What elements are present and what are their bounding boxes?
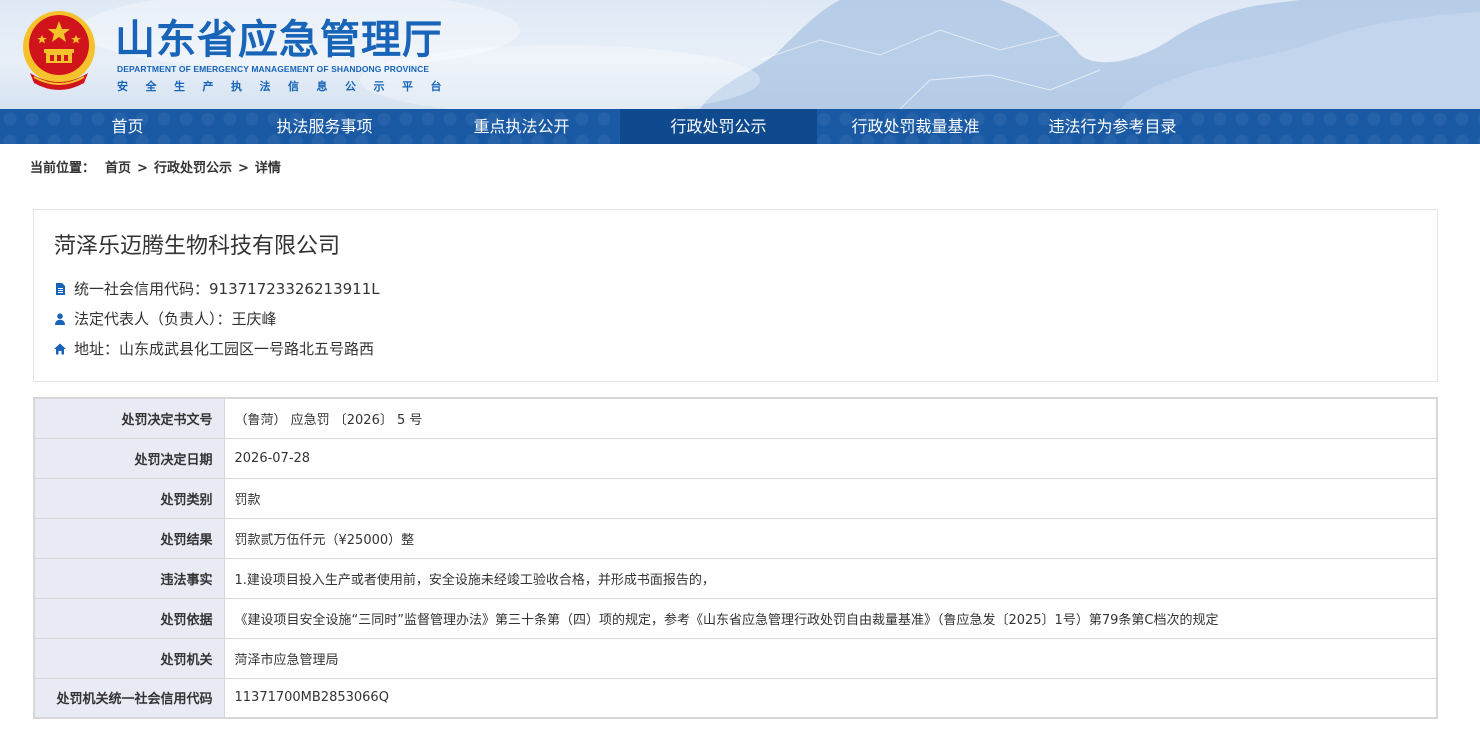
table-row: 处罚决定书文号 （鲁菏） 应急罚 〔2026〕 5 号 [34, 398, 1438, 439]
company-card: 菏泽乐迈腾生物科技有限公司 统一社会信用代码：91371723326213911… [33, 209, 1438, 382]
row-value: 11371700MB2853066Q [224, 678, 1438, 719]
row-label: 处罚机关 [34, 638, 225, 679]
national-emblem-icon [23, 11, 95, 90]
credit-code-text: 统一社会信用代码：91371723326213911L [74, 280, 380, 298]
row-value: 菏泽市应急管理局 [224, 638, 1438, 679]
address-text: 地址：山东成武县化工园区一号路北五号路西 [74, 340, 375, 358]
row-value: 2026-07-28 [224, 438, 1438, 479]
home-icon [54, 343, 66, 354]
row-label: 处罚依据 [34, 598, 225, 639]
row-value: 罚款 [224, 478, 1438, 519]
row-value: 1.建设项目投入生产或者使用前，安全设施未经竣工验收合格，并形成书面报告的， [224, 558, 1438, 599]
table-row: 处罚依据 《建设项目安全设施“三同时”监督管理办法》第三十条第（四）项的规定，参… [34, 598, 1438, 639]
row-label: 违法事实 [34, 558, 225, 599]
company-name: 菏泽乐迈腾生物科技有限公司 [54, 234, 341, 259]
breadcrumb-separator: > [137, 161, 148, 176]
legal-rep-line: 法定代表人（负责人）：王庆峰 [54, 308, 277, 329]
table-row: 处罚类别 罚款 [34, 478, 1438, 519]
address-line: 地址：山东成武县化工园区一号路北五号路西 [54, 338, 374, 359]
breadcrumb-separator: > [237, 161, 249, 176]
nav-item-penalty-disclosure[interactable]: 行政处罚公示 [620, 109, 817, 144]
table-row: 处罚机关统一社会信用代码 11371700MB2853066Q [34, 678, 1438, 719]
nav-item-key-enforcement[interactable]: 重点执法公开 [423, 109, 620, 144]
main-nav: 首页 执法服务事项 重点执法公开 行政处罚公示 行政处罚裁量基准 违法行为参考目… [0, 109, 1480, 144]
nav-item-enforcement-services[interactable]: 执法服务事项 [226, 109, 423, 144]
breadcrumb-link-home[interactable]: 首页 [105, 161, 131, 176]
credit-code-line: 统一社会信用代码：91371723326213911L [54, 278, 380, 299]
site-title: 山东省应急管理厅 [115, 17, 443, 63]
row-value: 《建设项目安全设施“三同时”监督管理办法》第三十条第（四）项的规定，参考《山东省… [224, 598, 1438, 639]
table-row: 处罚机关 菏泽市应急管理局 [34, 638, 1438, 679]
row-value: 罚款贰万伍仟元（¥25000）整 [224, 518, 1438, 559]
person-icon [55, 312, 65, 325]
nav-item-penalty-benchmark[interactable]: 行政处罚裁量基准 [817, 109, 1014, 144]
document-icon [56, 282, 65, 295]
table-row: 处罚决定日期 2026-07-28 [34, 438, 1438, 479]
site-title-english: DEPARTMENT OF EMERGENCY MANAGEMENT OF SH… [117, 64, 430, 74]
nav-item-home[interactable]: 首页 [29, 109, 226, 144]
table-row: 违法事实 1.建设项目投入生产或者使用前，安全设施未经竣工验收合格，并形成书面报… [34, 558, 1438, 599]
table-row: 处罚结果 罚款贰万伍仟元（¥25000）整 [34, 518, 1438, 559]
row-label: 处罚决定日期 [34, 438, 225, 479]
row-label: 处罚机关统一社会信用代码 [34, 678, 225, 719]
breadcrumb-current: 详情 [254, 161, 281, 176]
breadcrumb: 当前位置： 首页 > 行政处罚公示 > 详情 [30, 157, 281, 176]
row-label: 处罚类别 [34, 478, 225, 519]
row-label: 处罚决定书文号 [34, 398, 225, 439]
header-banner: 山东省应急管理厅 DEPARTMENT OF EMERGENCY MANAGEM… [0, 0, 1480, 109]
penalty-detail-table: 处罚决定书文号 （鲁菏） 应急罚 〔2026〕 5 号 处罚决定日期 2026-… [33, 397, 1438, 719]
legal-rep-text: 法定代表人（负责人）：王庆峰 [74, 310, 277, 328]
row-value: （鲁菏） 应急罚 〔2026〕 5 号 [224, 398, 1438, 439]
breadcrumb-lead: 当前位置： [30, 161, 96, 176]
row-label: 处罚结果 [34, 518, 225, 559]
nav-item-violation-catalog[interactable]: 违法行为参考目录 [1014, 109, 1211, 144]
site-subtitle: 安全生产执法信息公示平台 [117, 80, 459, 93]
breadcrumb-link-penalty-disclosure[interactable]: 行政处罚公示 [154, 161, 232, 176]
